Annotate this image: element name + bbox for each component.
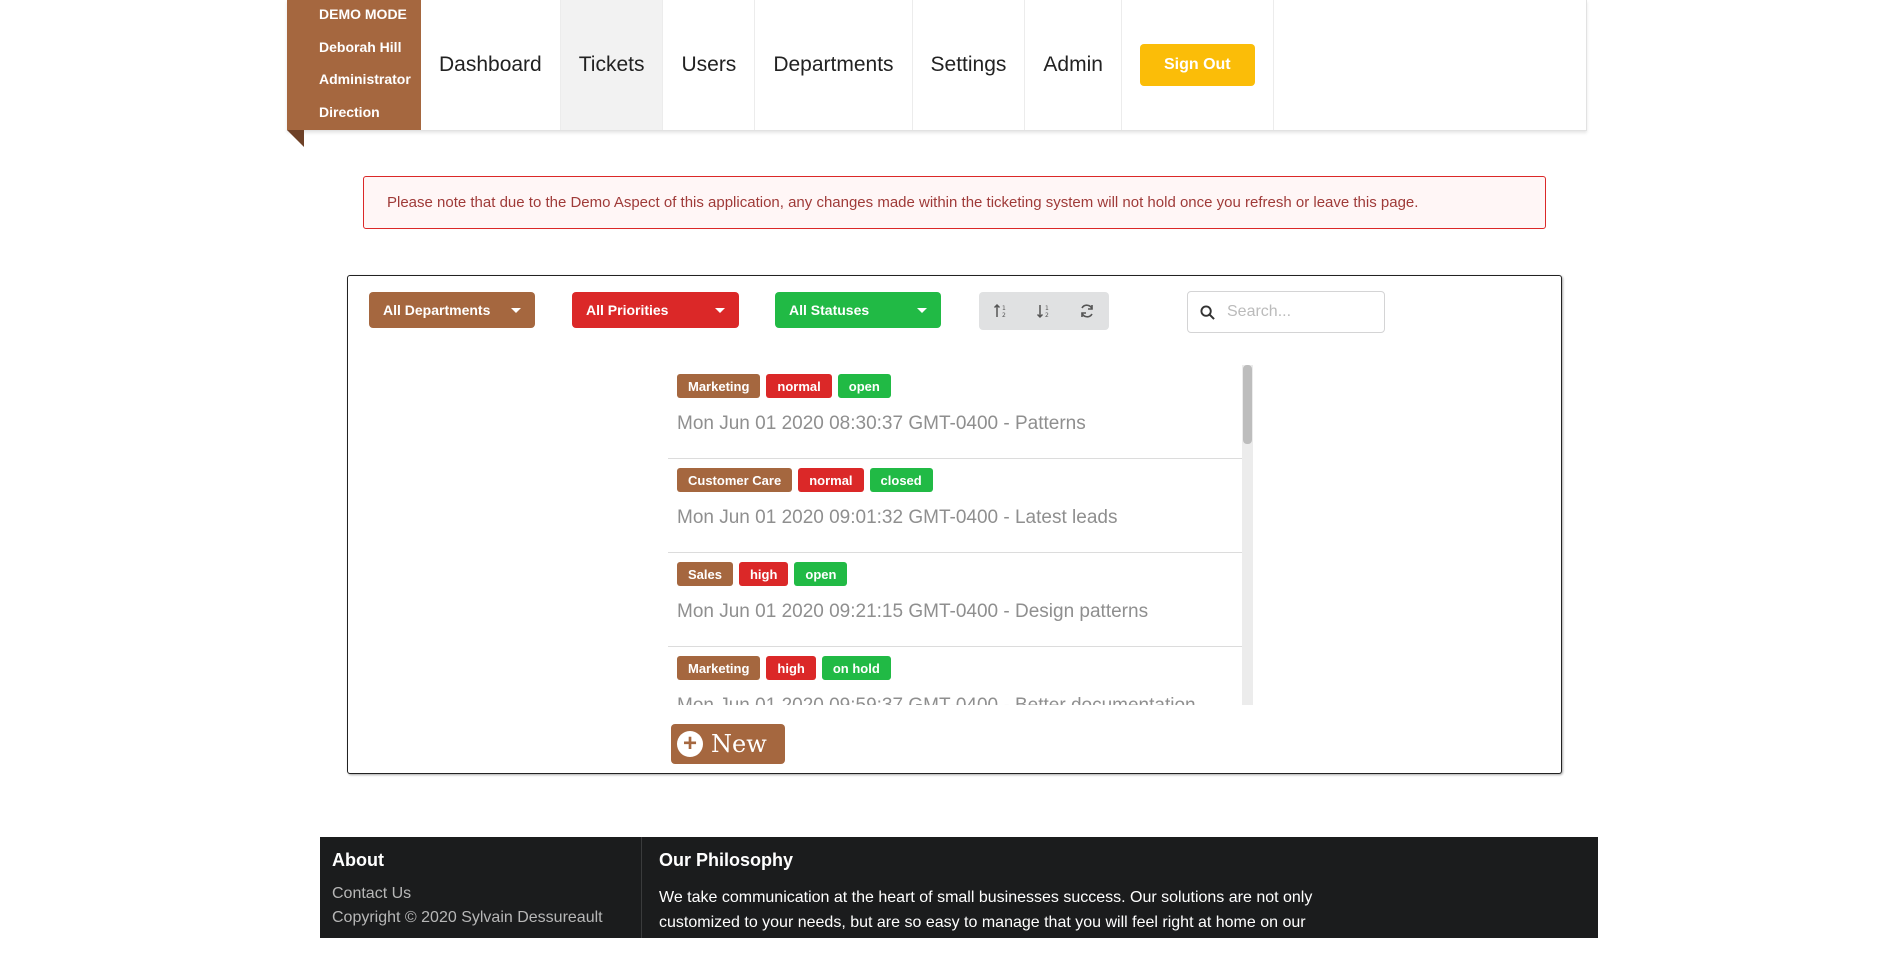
department-badge: Marketing: [677, 374, 761, 398]
ticket-labels: Customer Care normal closed: [677, 468, 1242, 493]
nav-item-dashboard[interactable]: Dashboard: [421, 0, 561, 130]
search-input[interactable]: [1225, 302, 1369, 322]
department-badge: Sales: [677, 562, 733, 586]
tickets-panel: All Departments All Priorities All Statu…: [347, 275, 1562, 774]
new-ticket-label: New: [711, 730, 767, 758]
refresh-icon: [1081, 304, 1094, 318]
copyright-text: Copyright © 2020 Sylvain Dessureault: [332, 909, 603, 926]
status-filter-value: All Statuses: [789, 302, 870, 318]
svg-text:1: 1: [1045, 305, 1049, 312]
nav-menu: Dashboard Tickets Users Departments Sett…: [421, 0, 1274, 130]
scrollbar-thumb[interactable]: [1243, 365, 1252, 444]
footer-philosophy-heading: Our Philosophy: [659, 850, 794, 870]
caret-down-icon: [715, 308, 725, 313]
priority-badge: high: [766, 656, 816, 680]
ticket-item[interactable]: Customer Care normal closed Mon Jun 01 2…: [668, 459, 1242, 553]
ticket-title: Mon Jun 01 2020 09:59:37 GMT-0400 - Bett…: [677, 695, 1242, 705]
department-filter-dropdown[interactable]: All Departments: [369, 292, 535, 328]
demo-mode-label: DEMO MODE: [319, 6, 407, 22]
footer-about-section: About Contact Us Copyright © 2020 Sylvai…: [320, 837, 642, 938]
demo-warning-alert: Please note that due to the Demo Aspect …: [363, 176, 1546, 229]
sign-out-button[interactable]: Sign Out: [1139, 44, 1255, 86]
ticket-labels: Sales high open: [677, 562, 1242, 587]
user-department: Direction: [319, 103, 380, 120]
priority-badge: normal: [766, 374, 832, 398]
nav-item-departments[interactable]: Departments: [755, 0, 913, 130]
status-badge: open: [837, 374, 891, 398]
new-ticket-button[interactable]: + New: [671, 724, 785, 764]
ticket-item[interactable]: Sales high open Mon Jun 01 2020 09:21:15…: [668, 553, 1242, 647]
ticket-title: Mon Jun 01 2020 08:30:37 GMT-0400 - Patt…: [677, 413, 1086, 434]
sort-descending-button[interactable]: 1 2: [1022, 292, 1065, 330]
sort-ascending-icon: 1 2: [993, 303, 1006, 319]
ticket-list-scrollbar[interactable]: [1242, 365, 1253, 705]
footer-philosophy-section: Our Philosophy We take communication at …: [642, 837, 1342, 956]
status-badge: closed: [869, 468, 933, 492]
ticket-labels: Marketing high on hold: [677, 656, 1242, 681]
department-badge: Marketing: [677, 656, 761, 680]
sort-ascending-button[interactable]: 1 2: [979, 292, 1022, 330]
sort-button-group: 1 2 1 2: [979, 292, 1109, 330]
status-badge: open: [794, 562, 848, 586]
nav-item-admin[interactable]: Admin: [1025, 0, 1122, 130]
status-badge: on hold: [821, 656, 891, 680]
user-name: Deborah Hill: [319, 38, 402, 55]
ticket-title: Mon Jun 01 2020 09:21:15 GMT-0400 - Desi…: [677, 601, 1149, 622]
user-role: Administrator: [319, 71, 411, 87]
sort-descending-icon: 1 2: [1036, 305, 1049, 319]
svg-text:2: 2: [1045, 312, 1049, 319]
philosophy-text: We take communication at the heart of sm…: [659, 889, 1313, 956]
ticket-item[interactable]: Marketing high on hold Mon Jun 01 2020 0…: [668, 647, 1242, 705]
nav-item-tickets[interactable]: Tickets: [560, 0, 664, 130]
department-filter-value: All Departments: [383, 302, 491, 318]
nav-item-settings[interactable]: Settings: [913, 0, 1026, 130]
department-badge: Customer Care: [677, 468, 793, 492]
priority-filter-value: All Priorities: [586, 302, 669, 318]
svg-text:1: 1: [1002, 305, 1006, 312]
priority-badge: normal: [798, 468, 864, 492]
search-box: [1187, 291, 1385, 333]
plus-circle-icon: +: [677, 731, 703, 757]
signout-container: Sign Out: [1122, 0, 1274, 130]
alert-message: Please note that due to the Demo Aspect …: [387, 194, 1419, 211]
priority-badge: high: [738, 562, 789, 586]
demo-ribbon: DEMO MODE Deborah Hill Administrator Dir…: [287, 0, 421, 130]
status-filter-dropdown[interactable]: All Statuses: [775, 292, 941, 328]
caret-down-icon: [511, 308, 521, 313]
ticket-labels: Marketing normal open: [677, 374, 1242, 399]
ribbon-fold: [287, 130, 304, 147]
nav-item-users[interactable]: Users: [663, 0, 756, 130]
contact-us-link[interactable]: Contact Us: [332, 885, 641, 903]
footer-about-heading: About: [332, 850, 384, 870]
svg-text:2: 2: [1002, 312, 1006, 319]
ticket-title: Mon Jun 01 2020 09:01:32 GMT-0400 - Late…: [677, 507, 1118, 528]
footer: About Contact Us Copyright © 2020 Sylvai…: [320, 837, 1598, 956]
ticket-list: Marketing normal open Mon Jun 01 2020 08…: [668, 365, 1242, 705]
refresh-button[interactable]: [1066, 292, 1109, 330]
priority-filter-dropdown[interactable]: All Priorities: [572, 292, 739, 328]
search-icon: [1200, 304, 1215, 320]
ticket-item[interactable]: Marketing normal open Mon Jun 01 2020 08…: [668, 365, 1242, 459]
caret-down-icon: [917, 308, 927, 313]
